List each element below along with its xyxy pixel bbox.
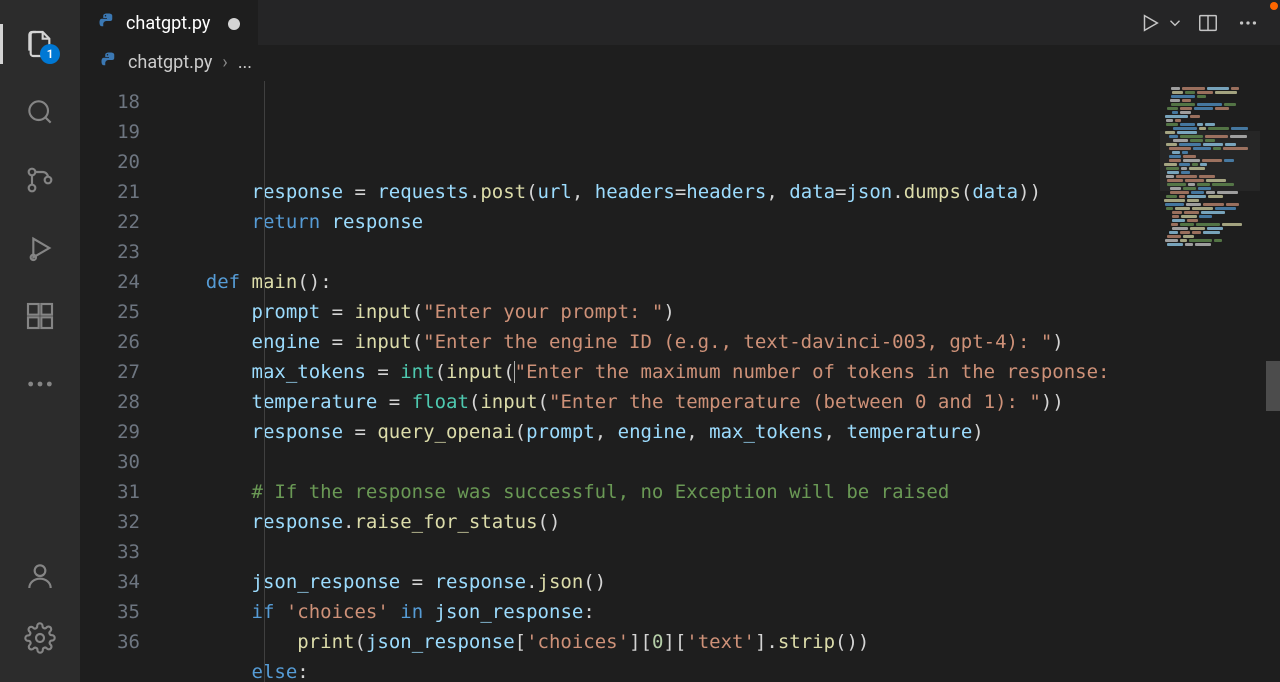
settings-activity[interactable] [12,610,68,666]
line-number: 29 [80,417,140,447]
update-indicator [1270,2,1278,10]
breadcrumb-file: chatgpt.py [128,52,212,73]
line-number-gutter: 18192021222324252627282930313233343536 [80,81,160,682]
code-line[interactable]: engine = input("Enter the engine ID (e.g… [160,327,1280,357]
code-line[interactable]: temperature = float(input("Enter the tem… [160,387,1280,417]
line-number: 25 [80,297,140,327]
explorer-badge: 1 [40,44,60,64]
explorer-activity[interactable]: 1 [12,16,68,72]
code-line[interactable]: # If the response was successful, no Exc… [160,477,1280,507]
line-number: 20 [80,147,140,177]
line-number: 27 [80,357,140,387]
tab-dirty-indicator [228,18,240,30]
code-line[interactable]: def main(): [160,267,1280,297]
code-line[interactable] [160,237,1280,267]
accounts-activity[interactable] [12,548,68,604]
editor[interactable]: 18192021222324252627282930313233343536 r… [80,81,1280,682]
line-number: 34 [80,567,140,597]
line-number: 35 [80,597,140,627]
code-line[interactable]: response.raise_for_status() [160,507,1280,537]
extensions-activity[interactable] [12,288,68,344]
split-editor-button[interactable] [1192,7,1224,39]
code-area[interactable]: response = requests.post(url, headers=he… [160,81,1280,682]
activity-bar: 1 [0,0,80,682]
tab-label: chatgpt.py [126,13,210,34]
code-line[interactable] [160,537,1280,567]
code-line[interactable]: response = query_openai(prompt, engine, … [160,417,1280,447]
line-number: 24 [80,267,140,297]
python-file-icon [98,12,116,35]
code-line[interactable]: return response [160,207,1280,237]
line-number: 19 [80,117,140,147]
code-line[interactable]: prompt = input("Enter your prompt: ") [160,297,1280,327]
breadcrumbs[interactable]: chatgpt.py › ... [80,45,1280,81]
editor-title-actions [1134,0,1280,45]
search-activity[interactable] [12,84,68,140]
line-number: 33 [80,537,140,567]
line-number: 36 [80,627,140,657]
tab-chatgpt[interactable]: chatgpt.py [80,0,258,45]
line-number: 22 [80,207,140,237]
code-line[interactable] [160,447,1280,477]
code-line[interactable]: print(json_response['choices'][0]['text'… [160,627,1280,657]
breadcrumb-rest: ... [238,52,252,73]
code-line[interactable]: json_response = response.json() [160,567,1280,597]
more-activity[interactable] [12,356,68,412]
line-number: 18 [80,87,140,117]
line-number: 32 [80,507,140,537]
code-line[interactable]: max_tokens = int(input("Enter the maximu… [160,357,1280,387]
line-number: 30 [80,447,140,477]
line-number: 21 [80,177,140,207]
code-line[interactable]: else: [160,657,1280,682]
source-control-activity[interactable] [12,152,68,208]
line-number: 26 [80,327,140,357]
line-number: 23 [80,237,140,267]
code-line[interactable]: if 'choices' in json_response: [160,597,1280,627]
editor-more-button[interactable] [1232,7,1264,39]
line-number: 28 [80,387,140,417]
scrollbar[interactable] [1266,81,1280,682]
python-file-icon [100,51,118,74]
line-number: 31 [80,477,140,507]
run-button[interactable] [1134,7,1166,39]
code-line[interactable]: response = requests.post(url, headers=he… [160,177,1280,207]
breadcrumb-separator: › [222,52,227,73]
tab-bar: chatgpt.py [80,0,1280,45]
scroll-thumb[interactable] [1266,361,1280,411]
run-debug-activity[interactable] [12,220,68,276]
run-dropdown[interactable] [1166,7,1184,39]
